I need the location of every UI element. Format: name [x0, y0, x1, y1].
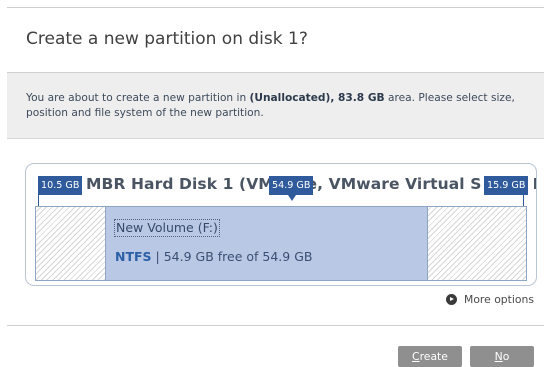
- create-label-rest: reate: [419, 350, 448, 363]
- details-separator: |: [151, 249, 164, 264]
- dialog-title: Create a new partition on disk 1?: [26, 29, 308, 49]
- info-prefix: You are about to create a new partition …: [26, 92, 250, 104]
- partition-size-pointer-icon: [288, 195, 296, 201]
- disk-map: MBR Hard Disk 1 (VMware, VMware Virtual …: [25, 163, 537, 286]
- no-label-rest: o: [502, 350, 510, 363]
- bottom-divider: [7, 325, 544, 326]
- more-options-link[interactable]: More options: [446, 293, 534, 306]
- play-circle-icon: [446, 294, 457, 305]
- create-button[interactable]: Create: [398, 346, 462, 367]
- free-space-after-tag: 15.9 GB: [484, 176, 529, 195]
- top-divider: [7, 7, 544, 8]
- more-options-label: More options: [464, 293, 534, 306]
- partition-bar[interactable]: New Volume (F:) NTFS | 54.9 GB free of 5…: [35, 206, 527, 281]
- free-space-before-tag: 10.5 GB: [38, 176, 83, 195]
- volume-label: New Volume (F:): [114, 219, 220, 237]
- filesystem-label: NTFS: [115, 249, 152, 264]
- free-space-text: 54.9 GB free of 54.9 GB: [163, 249, 313, 264]
- info-region: (Unallocated), 83.8 GB: [249, 92, 385, 104]
- info-message: You are about to create a new partition …: [26, 91, 531, 121]
- info-panel: You are about to create a new partition …: [7, 72, 544, 139]
- no-accelerator: N: [494, 350, 503, 363]
- partition-size-tag: 54.9 GB: [269, 176, 314, 195]
- create-accelerator: C: [412, 350, 420, 363]
- disk-header: MBR Hard Disk 1 (VMware, VMware Virtual …: [26, 164, 536, 206]
- no-button[interactable]: No: [470, 346, 534, 367]
- new-partition-block[interactable]: New Volume (F:) NTFS | 54.9 GB free of 5…: [105, 207, 428, 280]
- volume-details: NTFS | 54.9 GB free of 54.9 GB: [115, 249, 312, 264]
